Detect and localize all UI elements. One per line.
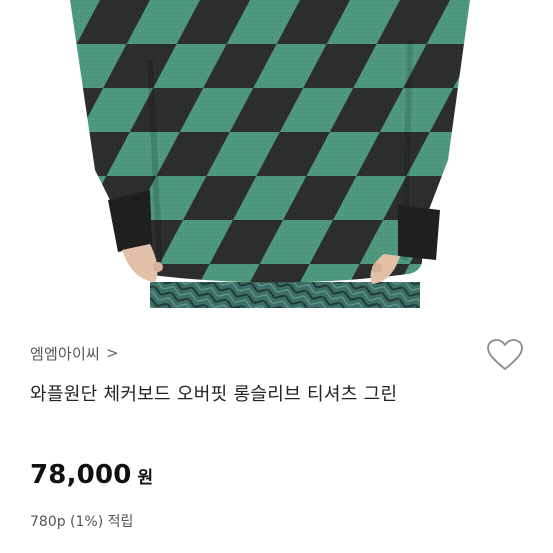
chevron-right-icon: > — [106, 344, 119, 362]
product-title: 와플원단 체커보드 오버핏 롱슬리브 티셔츠 그린 — [30, 384, 398, 405]
wishlist-button[interactable] — [486, 338, 524, 372]
price-row: 78,000 원 — [30, 460, 153, 490]
product-info: 엠엠아이씨 > 와플원단 체커보드 오버핏 롱슬리브 티셔츠 그린 78,000… — [0, 308, 553, 553]
product-image — [0, 0, 553, 308]
brand-link[interactable]: 엠엠아이씨 > — [30, 338, 119, 368]
brand-name: 엠엠아이씨 — [30, 344, 101, 363]
heart-outline-icon — [487, 339, 523, 370]
price-currency: 원 — [137, 468, 154, 488]
price-value: 78,000 — [30, 460, 132, 490]
reward-points: 780p (1%) 적립 — [30, 514, 134, 530]
